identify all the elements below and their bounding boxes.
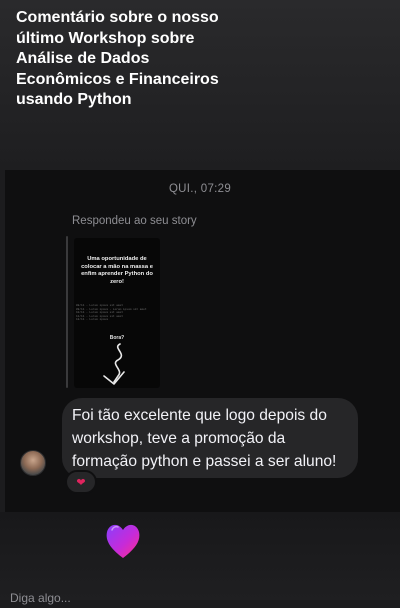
message-timestamp: QUI., 07:29 bbox=[168, 183, 232, 195]
story-caption: Comentário sobre o nosso último Workshop… bbox=[16, 9, 219, 108]
story-preview-thumbnail[interactable]: Uma oportunidade de colocar a mão na mas… bbox=[74, 238, 160, 388]
story-preview-schedule: 08/11 - Lorem ipsum sit amet 09/11 - Lor… bbox=[76, 304, 158, 322]
story-preview-line: 12/11 - Lorem ipsum bbox=[76, 318, 108, 322]
story-reply-label: Respondeu ao seu story bbox=[72, 215, 197, 227]
hand-drawn-arrow-icon bbox=[103, 343, 125, 385]
sender-avatar[interactable] bbox=[20, 450, 46, 476]
message-input[interactable] bbox=[10, 588, 210, 608]
story-preview-cta: Bora? bbox=[109, 335, 125, 341]
message-text: Foi tão excelente que logo depois do wor… bbox=[72, 407, 337, 470]
story-preview-headline: Uma oportunidade de colocar a mão na mas… bbox=[81, 256, 153, 285]
reply-indicator-bar bbox=[66, 236, 68, 388]
heart-sticker-icon[interactable] bbox=[103, 518, 143, 562]
heart-reaction[interactable]: ❤ bbox=[65, 470, 97, 494]
heart-icon: ❤ bbox=[76, 476, 86, 489]
message-bubble[interactable]: Foi tão excelente que logo depois do wor… bbox=[62, 398, 358, 478]
composer-area-background bbox=[0, 512, 400, 600]
